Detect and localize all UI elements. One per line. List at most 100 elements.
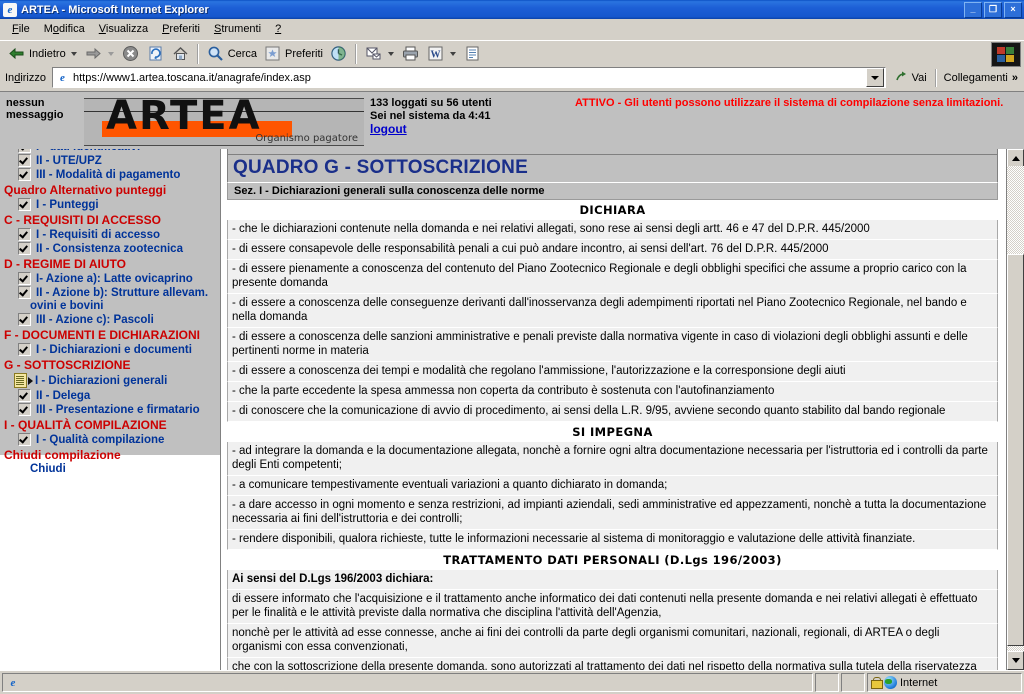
print-button[interactable] <box>398 42 423 66</box>
minimize-button[interactable]: _ <box>964 1 982 18</box>
search-button[interactable]: Cerca <box>203 42 260 66</box>
checkbox-icon[interactable] <box>18 149 31 153</box>
back-button[interactable]: Indietro <box>4 42 69 66</box>
content-scrollbar[interactable] <box>1006 149 1024 670</box>
sidebar-item-presentazione-firmatario[interactable]: III - Presentazione e firmatario <box>0 403 220 417</box>
address-dropdown-button[interactable] <box>865 68 884 87</box>
checkbox-icon[interactable] <box>18 389 31 402</box>
maximize-button[interactable]: ❐ <box>984 1 1002 18</box>
privacy-row: di essere informato che l'acquisizione e… <box>227 590 998 624</box>
sidebar-item-label: I- Azione a): Latte ovicaprino <box>36 272 193 285</box>
status-cell-1 <box>815 673 839 692</box>
sidebar-item-label: I - dati identificativi <box>36 149 140 153</box>
sidebar-group-qualita-compilazione: I - QUALITÀ COMPILAZIONE <box>4 418 167 432</box>
go-label: Vai <box>911 71 927 84</box>
menu-item-help[interactable]: ? <box>268 21 288 37</box>
menu-item-visualizza[interactable]: Visualizza <box>92 21 155 37</box>
logout-link[interactable]: logout <box>370 122 407 136</box>
back-dropdown-icon[interactable] <box>70 51 77 56</box>
menu-item-preferiti[interactable]: Preferiti <box>155 21 207 37</box>
checkbox-icon[interactable] <box>18 433 31 446</box>
checkbox-icon[interactable] <box>18 242 31 255</box>
document-icon <box>14 373 27 388</box>
artea-logo: ARTEA Organismo pagatore <box>84 98 364 146</box>
sidebar-item-dichiarazioni-generali[interactable]: I - Dichiarazioni generali <box>0 373 220 389</box>
declaration-row: - che le dichiarazioni contenute nella d… <box>227 220 998 240</box>
sidebar-item-azione-a[interactable]: I- Azione a): Latte ovicaprino <box>0 272 220 286</box>
scroll-thumb[interactable] <box>1007 254 1024 646</box>
sidebar-item-modalita-pagamento[interactable]: III - Modalità di pagamento <box>0 168 220 182</box>
sidebar-item-punteggi[interactable]: I - Punteggi <box>0 198 220 212</box>
links-button[interactable]: Collegamenti » <box>940 71 1022 85</box>
address-bar: Indirizzo e https://www1.artea.toscana.i… <box>0 66 1024 91</box>
go-button[interactable]: Vai <box>889 69 932 86</box>
refresh-button[interactable] <box>143 42 168 66</box>
sidebar-item-chiudi[interactable]: Chiudi <box>0 463 220 476</box>
declaration-row: - di essere a conoscenza dei tempi e mod… <box>227 362 998 382</box>
scroll-down-button[interactable] <box>1007 651 1024 670</box>
menu-item-strumenti[interactable]: Strumenti <box>207 21 268 37</box>
toolbar-separator-2 <box>354 43 357 64</box>
page-title: QUADRO G - SOTTOSCRIZIONE <box>227 155 998 182</box>
discuss-button[interactable] <box>460 42 485 66</box>
menu-bar: FFileile Modifica Visualizza Preferiti S… <box>0 19 1024 40</box>
sidebar-item-ute-upz[interactable]: II - UTE/UPZ <box>0 154 220 168</box>
checkbox-icon[interactable] <box>18 272 31 285</box>
sidebar-item-dichiarazioni-documenti[interactable]: I - Dichiarazioni e documenti <box>0 343 220 357</box>
sidebar-item-label: II - UTE/UPZ <box>36 154 102 167</box>
sidebar-item-delega[interactable]: II - Delega <box>0 389 220 403</box>
menu-item-modifica[interactable]: Modifica <box>37 21 92 37</box>
toolbar: Indietro Cerca Preferiti W <box>0 40 1024 67</box>
status-text-area: e <box>2 673 813 692</box>
checkbox-icon[interactable] <box>18 154 31 167</box>
sidebar-item-qualita-compilazione[interactable]: I - Qualità compilazione <box>0 433 220 447</box>
sidebar-item-consistenza-zootecnica[interactable]: II - Consistenza zootecnica <box>0 242 220 256</box>
forward-button[interactable] <box>81 42 106 66</box>
edit-dropdown-icon[interactable] <box>449 51 456 56</box>
sidebar-item-label: I - Qualità compilazione <box>36 433 165 446</box>
heading-si-impegna: SI IMPEGNA <box>572 425 653 439</box>
page-viewport: nessun messaggio ARTEA Organismo pagator… <box>0 91 1024 670</box>
stop-button[interactable] <box>118 42 143 66</box>
sidebar-group-documenti-dichiarazioni: F - DOCUMENTI E DICHIARAZIONI <box>4 328 200 342</box>
sidebar-item-azione-b-cont: ovini e bovini <box>30 300 104 312</box>
mail-dropdown-icon[interactable] <box>387 51 394 56</box>
menu-item-file[interactable]: FFileile <box>5 21 37 37</box>
zone-label: Internet <box>900 676 938 689</box>
checkbox-icon[interactable] <box>18 343 31 356</box>
sidebar-item-requisiti-accesso[interactable]: I - Requisiti di accesso <box>0 228 220 242</box>
favorites-button[interactable]: Preferiti <box>260 42 326 66</box>
commitment-row: - ad integrare la domanda e la documenta… <box>227 442 998 476</box>
address-input[interactable]: e https://www1.artea.toscana.it/anagrafe… <box>51 67 886 88</box>
checkbox-icon[interactable] <box>18 168 31 181</box>
sidebar-item-azione-c[interactable]: III - Azione c): Pascoli <box>0 313 220 327</box>
checkbox-icon[interactable] <box>18 198 31 211</box>
forward-dropdown-icon[interactable] <box>107 51 114 56</box>
sidebar-item-azione-b[interactable]: II - Azione b): Strutture allevam. <box>0 286 220 300</box>
checkbox-icon[interactable] <box>18 313 31 326</box>
sidebar-item-label: II - Azione b): Strutture allevam. <box>36 286 209 299</box>
checkbox-icon[interactable] <box>18 228 31 241</box>
refresh-icon <box>146 44 165 63</box>
declaration-row: - di conoscere che la comunicazione di a… <box>227 402 998 422</box>
privacy-intro: Ai sensi del D.Lgs 196/2003 dichiara: <box>227 570 998 590</box>
system-status-notice: ATTIVO - Gli utenti possono utilizzare i… <box>575 97 1004 109</box>
no-message-label: nessun messaggio <box>0 92 84 121</box>
mail-button[interactable] <box>361 42 386 66</box>
close-button[interactable]: × <box>1004 1 1022 18</box>
sidebar-item-label: I - Dichiarazioni generali <box>35 374 168 387</box>
sidebar-tree: I - dati identificativi II - UTE/UPZ III… <box>0 149 220 475</box>
commitment-row: - a dare accesso in ogni momento e senza… <box>227 496 998 530</box>
declaration-row: - di essere consapevole delle responsabi… <box>227 240 998 260</box>
search-icon <box>206 44 225 63</box>
no-message-line2: messaggio <box>6 109 64 121</box>
home-button[interactable] <box>168 42 193 66</box>
chevron-right-icon: » <box>1011 71 1018 84</box>
sidebar-item-label: I - Requisiti di accesso <box>36 228 160 241</box>
security-zone[interactable]: Internet <box>867 673 1022 692</box>
checkbox-icon[interactable] <box>18 286 31 299</box>
history-button[interactable] <box>326 42 351 66</box>
status-ie-icon: e <box>10 676 16 689</box>
edit-button[interactable]: W <box>423 42 448 66</box>
checkbox-icon[interactable] <box>18 403 31 416</box>
